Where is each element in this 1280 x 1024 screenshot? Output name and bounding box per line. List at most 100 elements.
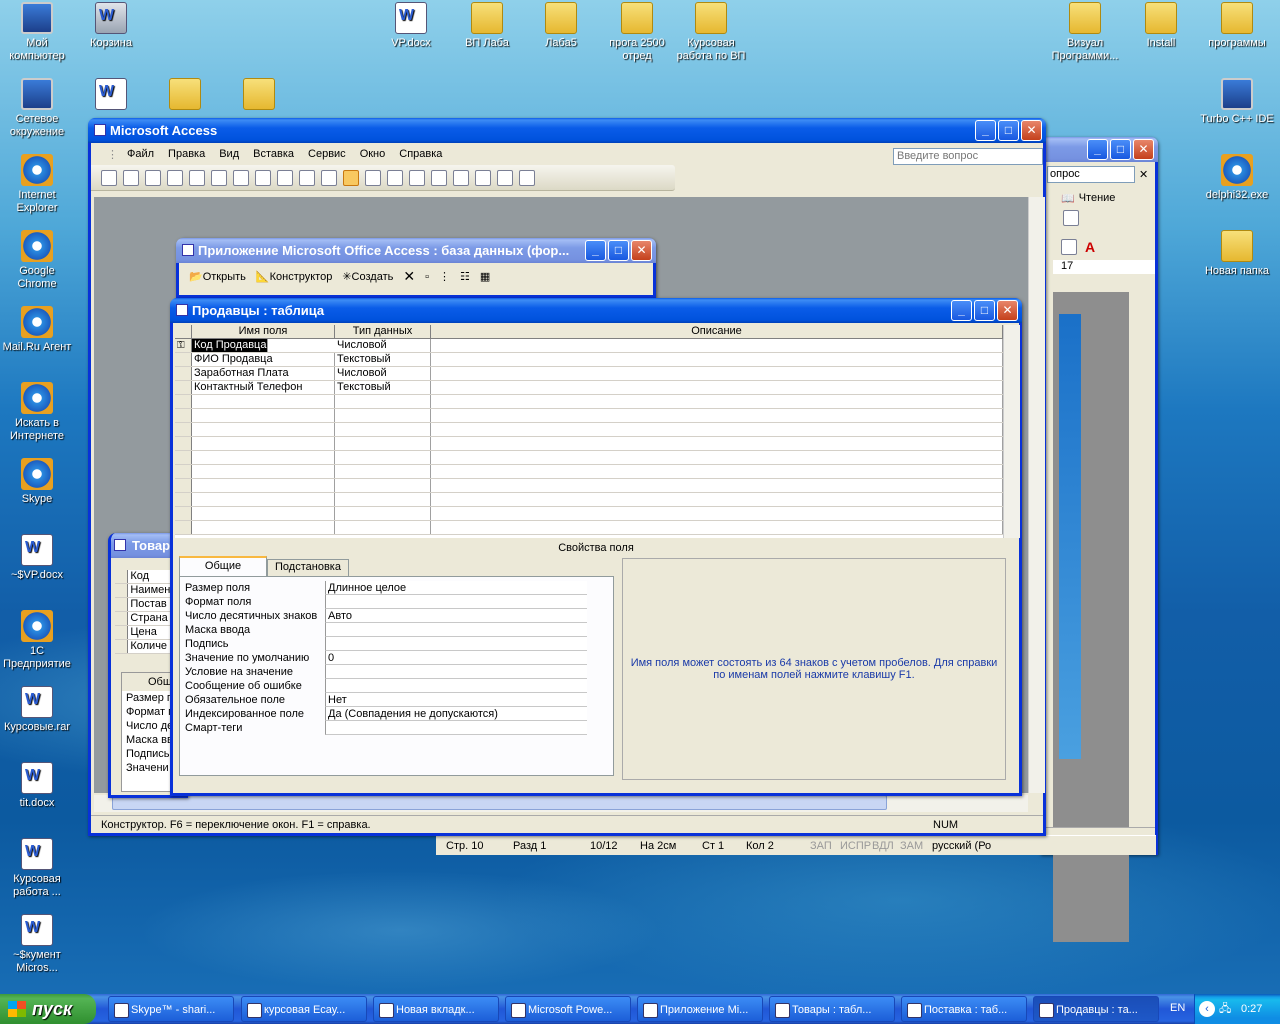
- data-type-cell[interactable]: [335, 451, 431, 464]
- field-name-cell[interactable]: [192, 521, 335, 534]
- desktop-icon[interactable]: [148, 78, 222, 113]
- delete-row-icon[interactable]: [409, 169, 425, 186]
- property-row[interactable]: Маска ввода: [180, 623, 613, 637]
- table-row[interactable]: [175, 409, 1020, 423]
- desktop-icon[interactable]: Internet Explorer: [0, 154, 74, 215]
- view-icon[interactable]: [101, 169, 117, 186]
- menu-item[interactable]: Окно: [353, 148, 393, 160]
- row-selector[interactable]: [175, 381, 192, 394]
- desktop-icon[interactable]: программы: [1200, 2, 1274, 50]
- create-button[interactable]: ✳Создать: [342, 270, 393, 283]
- desktop-icon[interactable]: 1С Предприятие: [0, 610, 74, 671]
- desktop-icon[interactable]: ~$VP.docx: [0, 534, 74, 582]
- row-selector[interactable]: [175, 451, 192, 464]
- word-ask-input[interactable]: опрос: [1047, 165, 1135, 183]
- row-selector[interactable]: [175, 395, 192, 408]
- property-value[interactable]: Нет: [325, 693, 587, 707]
- view-details-icon[interactable]: ☷: [460, 270, 470, 283]
- taskbar-button[interactable]: Skype™ - shari...: [108, 996, 234, 1022]
- table-row[interactable]: Заработная Плата Числовой: [175, 367, 1020, 381]
- taskbar-button[interactable]: Microsoft Powe...: [505, 996, 631, 1022]
- db-window-icon[interactable]: [475, 169, 491, 186]
- maximize-icon[interactable]: □: [1110, 139, 1131, 160]
- clock[interactable]: 0:27: [1241, 994, 1262, 1024]
- property-row[interactable]: Условие на значение: [180, 665, 613, 679]
- property-row[interactable]: Обязательное поле Нет: [180, 693, 613, 707]
- desktop-icon[interactable]: VP.docx: [374, 2, 448, 50]
- property-row[interactable]: Число десятичных знаков Авто: [180, 609, 613, 623]
- table-row[interactable]: Контактный Телефон Текстовый: [175, 381, 1020, 395]
- property-value[interactable]: [325, 679, 587, 693]
- maximize-icon[interactable]: □: [974, 300, 995, 321]
- table-row[interactable]: [175, 465, 1020, 479]
- field-name-cell[interactable]: ФИО Продавца: [192, 353, 335, 366]
- description-cell[interactable]: [431, 395, 1003, 408]
- row-selector[interactable]: [175, 353, 192, 366]
- property-value[interactable]: Да (Совпадения не допускаются): [325, 707, 587, 721]
- minimize-icon[interactable]: _: [951, 300, 972, 321]
- maximize-icon[interactable]: □: [608, 240, 629, 261]
- redo-icon[interactable]: [321, 169, 337, 186]
- property-value[interactable]: [325, 623, 587, 637]
- row-selector[interactable]: [175, 367, 192, 380]
- minimize-icon[interactable]: _: [975, 120, 996, 141]
- description-cell[interactable]: [431, 367, 1003, 380]
- row-selector[interactable]: [175, 507, 192, 520]
- taskbar-button[interactable]: Продавцы : та...: [1033, 996, 1159, 1022]
- view-table-icon[interactable]: ▦: [480, 270, 490, 283]
- font-color-icon[interactable]: A: [1085, 239, 1095, 255]
- database-window[interactable]: Приложение Microsoft Office Access : баз…: [176, 238, 656, 298]
- field-name-cell[interactable]: [192, 493, 335, 506]
- header-description[interactable]: Описание: [431, 325, 1003, 338]
- table-row[interactable]: [175, 479, 1020, 493]
- row-selector[interactable]: [175, 465, 192, 478]
- grid-scrollbar[interactable]: [1003, 325, 1020, 538]
- close-icon[interactable]: ✕: [1133, 139, 1154, 160]
- start-button[interactable]: пуск: [0, 994, 96, 1024]
- field-name-cell[interactable]: [192, 423, 335, 436]
- desktop-icon[interactable]: [222, 78, 296, 113]
- data-type-cell[interactable]: [335, 493, 431, 506]
- desktop-icon[interactable]: Новая папка: [1200, 230, 1274, 278]
- property-row[interactable]: Подпись: [180, 637, 613, 651]
- description-cell[interactable]: [431, 507, 1003, 520]
- row-selector[interactable]: [175, 493, 192, 506]
- property-value[interactable]: [325, 637, 587, 651]
- index-icon[interactable]: [365, 169, 381, 186]
- table-row[interactable]: [175, 507, 1020, 521]
- header-field-name[interactable]: Имя поля: [192, 325, 335, 338]
- property-row[interactable]: Смарт-теги: [180, 721, 613, 735]
- desktop-icon[interactable]: Google Chrome: [0, 230, 74, 291]
- field-name-cell[interactable]: [192, 507, 335, 520]
- cut-icon[interactable]: [233, 169, 249, 186]
- table-row[interactable]: [175, 437, 1020, 451]
- desktop-icon[interactable]: Курсовая работа по ВП: [674, 2, 748, 63]
- field-name-cell[interactable]: [192, 437, 335, 450]
- desktop-icon[interactable]: ВП Лаба: [450, 2, 524, 50]
- close-icon[interactable]: ✕: [1021, 120, 1042, 141]
- toolbar-icon[interactable]: [1063, 210, 1079, 226]
- description-cell[interactable]: [431, 479, 1003, 492]
- description-cell[interactable]: [431, 409, 1003, 422]
- access-titlebar[interactable]: Microsoft Access _ □ ✕: [88, 118, 1046, 143]
- horizontal-scrollbar[interactable]: [94, 795, 1028, 812]
- data-type-cell[interactable]: [335, 423, 431, 436]
- desktop-icon[interactable]: Skype: [0, 458, 74, 506]
- view-list-icon[interactable]: ⋮: [439, 270, 450, 283]
- minimize-icon[interactable]: _: [585, 240, 606, 261]
- preview-icon[interactable]: [189, 169, 205, 186]
- taskbar-button[interactable]: курсовая Есау...: [241, 996, 367, 1022]
- word-window[interactable]: _ □ ✕ опрос ✕ 📖 Чтение A 17: [1040, 137, 1158, 942]
- data-type-cell[interactable]: [335, 521, 431, 534]
- tray-arrow-icon[interactable]: ‹: [1199, 1001, 1215, 1017]
- taskbar-button[interactable]: Приложение Mi...: [637, 996, 763, 1022]
- field-name-cell[interactable]: [192, 465, 335, 478]
- data-type-cell[interactable]: Текстовый: [335, 353, 431, 366]
- property-value[interactable]: [325, 665, 587, 679]
- view-icons-icon[interactable]: ▫: [425, 271, 429, 283]
- field-name-cell[interactable]: [192, 451, 335, 464]
- open-button[interactable]: 📂Открыть: [189, 270, 246, 283]
- desktop-icon[interactable]: Install: [1124, 2, 1198, 50]
- field-name-cell[interactable]: Контактный Телефон: [192, 381, 335, 394]
- key-icon[interactable]: [343, 169, 359, 186]
